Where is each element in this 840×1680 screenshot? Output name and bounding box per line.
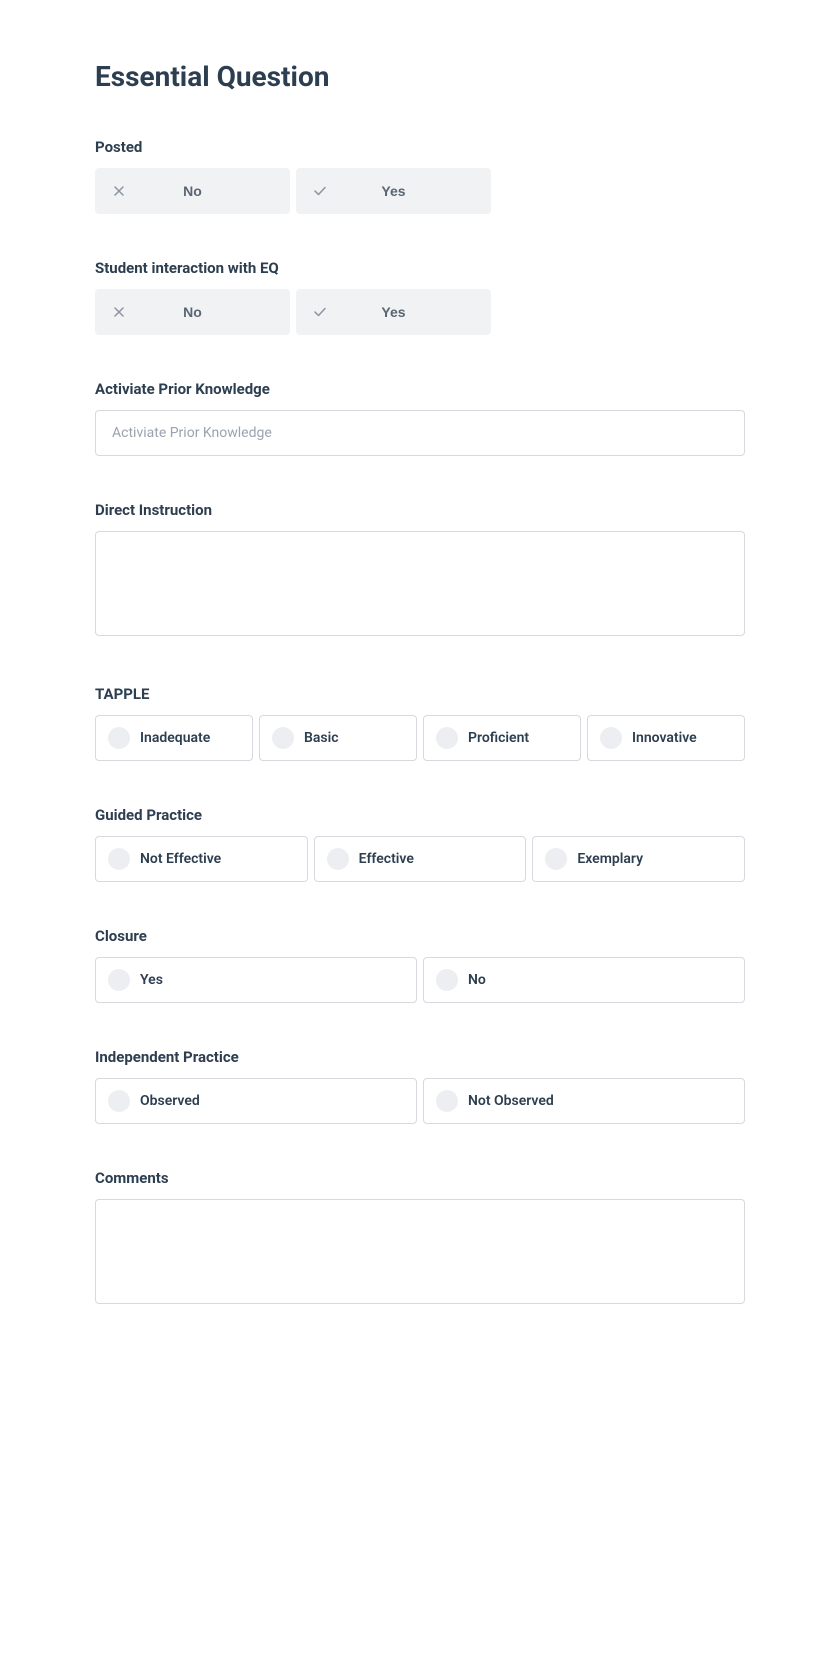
closure-label: Closure — [95, 927, 745, 945]
section-activate-prior: Activiate Prior Knowledge — [95, 380, 745, 456]
radio-icon — [327, 848, 349, 870]
section-independent-practice: Independent Practice Observed Not Observ… — [95, 1048, 745, 1124]
tapple-option-inadequate[interactable]: Inadequate — [95, 715, 253, 761]
section-posted: Posted No Yes — [95, 138, 745, 214]
comments-textarea[interactable] — [95, 1199, 745, 1304]
guided-practice-options: Not Effective Effective Exemplary — [95, 836, 745, 882]
posted-toggle-row: No Yes — [95, 168, 745, 214]
independent-practice-option-label: Observed — [140, 1093, 200, 1109]
posted-yes-button[interactable]: Yes — [296, 168, 491, 214]
independent-practice-options: Observed Not Observed — [95, 1078, 745, 1124]
tapple-option-label: Innovative — [632, 730, 697, 746]
independent-practice-option-not-observed[interactable]: Not Observed — [423, 1078, 745, 1124]
guided-practice-option-not-effective[interactable]: Not Effective — [95, 836, 308, 882]
independent-practice-option-observed[interactable]: Observed — [95, 1078, 417, 1124]
student-interaction-yes-label: Yes — [328, 304, 475, 320]
radio-icon — [108, 727, 130, 749]
section-tapple: TAPPLE Inadequate Basic Proficient Innov… — [95, 685, 745, 761]
guided-practice-option-effective[interactable]: Effective — [314, 836, 527, 882]
section-student-interaction: Student interaction with EQ No Yes — [95, 259, 745, 335]
check-icon — [312, 307, 328, 317]
section-guided-practice: Guided Practice Not Effective Effective … — [95, 806, 745, 882]
tapple-option-label: Basic — [304, 730, 339, 746]
guided-practice-option-exemplary[interactable]: Exemplary — [532, 836, 745, 882]
section-closure: Closure Yes No — [95, 927, 745, 1003]
radio-icon — [108, 969, 130, 991]
comments-label: Comments — [95, 1169, 745, 1187]
student-interaction-no-label: No — [127, 304, 274, 320]
page-title: Essential Question — [95, 60, 745, 93]
closure-options: Yes No — [95, 957, 745, 1003]
tapple-option-label: Proficient — [468, 730, 529, 746]
radio-icon — [436, 1090, 458, 1112]
student-interaction-yes-button[interactable]: Yes — [296, 289, 491, 335]
activate-prior-input[interactable] — [95, 410, 745, 456]
radio-icon — [545, 848, 567, 870]
x-icon — [111, 186, 127, 196]
tapple-option-proficient[interactable]: Proficient — [423, 715, 581, 761]
radio-icon — [108, 1090, 130, 1112]
closure-option-no[interactable]: No — [423, 957, 745, 1003]
tapple-options: Inadequate Basic Proficient Innovative — [95, 715, 745, 761]
posted-label: Posted — [95, 138, 745, 156]
activate-prior-label: Activiate Prior Knowledge — [95, 380, 745, 398]
student-interaction-toggle-row: No Yes — [95, 289, 745, 335]
radio-icon — [108, 848, 130, 870]
tapple-option-label: Inadequate — [140, 730, 210, 746]
tapple-label: TAPPLE — [95, 685, 745, 703]
section-direct-instruction: Direct Instruction — [95, 501, 745, 640]
section-comments: Comments — [95, 1169, 745, 1308]
radio-icon — [272, 727, 294, 749]
posted-yes-label: Yes — [328, 183, 475, 199]
radio-icon — [436, 727, 458, 749]
closure-option-yes[interactable]: Yes — [95, 957, 417, 1003]
guided-practice-label: Guided Practice — [95, 806, 745, 824]
posted-no-button[interactable]: No — [95, 168, 290, 214]
guided-practice-option-label: Exemplary — [577, 851, 643, 867]
independent-practice-label: Independent Practice — [95, 1048, 745, 1066]
closure-option-label: No — [468, 972, 486, 988]
student-interaction-no-button[interactable]: No — [95, 289, 290, 335]
independent-practice-option-label: Not Observed — [468, 1093, 554, 1109]
x-icon — [111, 307, 127, 317]
student-interaction-label: Student interaction with EQ — [95, 259, 745, 277]
tapple-option-innovative[interactable]: Innovative — [587, 715, 745, 761]
direct-instruction-label: Direct Instruction — [95, 501, 745, 519]
closure-option-label: Yes — [140, 972, 163, 988]
guided-practice-option-label: Not Effective — [140, 851, 221, 867]
direct-instruction-textarea[interactable] — [95, 531, 745, 636]
radio-icon — [600, 727, 622, 749]
tapple-option-basic[interactable]: Basic — [259, 715, 417, 761]
check-icon — [312, 186, 328, 196]
guided-practice-option-label: Effective — [359, 851, 414, 867]
radio-icon — [436, 969, 458, 991]
posted-no-label: No — [127, 183, 274, 199]
